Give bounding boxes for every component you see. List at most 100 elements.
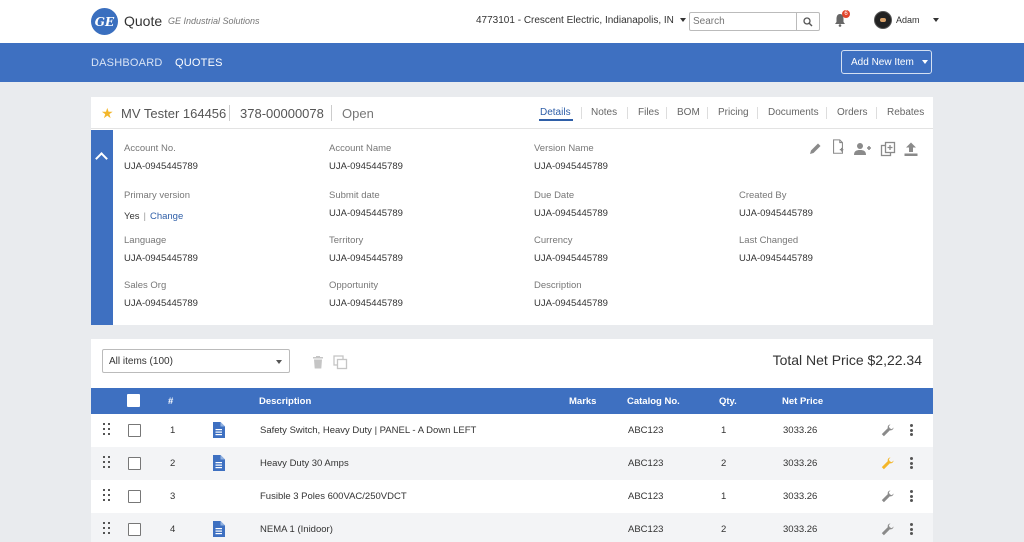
tab-details[interactable]: Details: [540, 107, 571, 118]
divider: [581, 107, 582, 119]
new-document-icon[interactable]: [830, 139, 846, 155]
column-header-marks[interactable]: Marks: [569, 396, 596, 407]
row-catalog-no: ABC123: [628, 524, 664, 535]
document-icon[interactable]: [212, 521, 225, 537]
sales-org-value: UJA-0945445789: [124, 298, 198, 309]
row-net-price: 3033.26: [783, 491, 818, 502]
divider: [666, 107, 667, 119]
star-icon[interactable]: ★: [101, 106, 114, 120]
drag-handle-icon[interactable]: [103, 456, 111, 470]
copy-icon[interactable]: [333, 355, 348, 370]
row-description: Fusible 3 Poles 600VAC/250VDCT: [260, 491, 407, 502]
account-name-value: UJA-0945445789: [329, 161, 403, 172]
select-all-checkbox[interactable]: [127, 394, 140, 407]
column-header-catalog-no[interactable]: Catalog No.: [627, 396, 680, 407]
user-menu-chevron-down-icon[interactable]: [933, 18, 939, 22]
change-primary-version-link[interactable]: Change: [150, 211, 183, 222]
column-header-qty[interactable]: Qty.: [719, 396, 737, 407]
document-icon[interactable]: [212, 422, 225, 438]
divider: [331, 105, 332, 121]
row-net-price: 3033.26: [783, 524, 818, 535]
column-header-net-price[interactable]: Net Price: [782, 396, 823, 407]
more-options-icon[interactable]: [910, 490, 913, 502]
row-qty: 1: [721, 425, 727, 436]
divider: [826, 107, 827, 119]
quote-name: MV Tester 164456: [121, 106, 227, 121]
account-selector[interactable]: 4773101 - Crescent Electric, Indianapoli…: [476, 15, 686, 26]
ge-logo[interactable]: GE: [91, 8, 118, 35]
notifications-button[interactable]: 6: [834, 10, 850, 29]
row-checkbox[interactable]: [128, 490, 141, 503]
app-subtitle: GE Industrial Solutions: [168, 16, 260, 26]
submit-date-label: Submit date: [329, 190, 380, 201]
trash-icon[interactable]: [312, 356, 324, 369]
drag-handle-icon[interactable]: [103, 522, 111, 536]
table-row[interactable]: 1 Safety Switch, Heavy Duty | PANEL - A D…: [91, 414, 933, 447]
tab-notes[interactable]: Notes: [591, 107, 617, 118]
table-row[interactable]: 3 Fusible 3 Poles 600VAC/250VDCT ABC123 1 30…: [91, 480, 933, 513]
column-header-description[interactable]: Description: [259, 396, 311, 407]
account-no-label: Account No.: [124, 143, 176, 154]
items-filter-value: All items (100): [109, 356, 173, 367]
wrench-icon[interactable]: [881, 490, 894, 503]
add-user-icon[interactable]: [853, 141, 872, 157]
tab-rebates[interactable]: Rebates: [887, 107, 924, 118]
chevron-down-icon: [921, 60, 928, 64]
nav-item-quotes[interactable]: QUOTES: [175, 57, 223, 69]
opportunity-value: UJA-0945445789: [329, 298, 403, 309]
search-input[interactable]: [690, 13, 796, 30]
app-title: Quote: [124, 13, 163, 29]
upload-icon[interactable]: [903, 141, 919, 157]
row-checkbox[interactable]: [128, 523, 141, 536]
more-options-icon[interactable]: [910, 523, 913, 535]
tab-bom[interactable]: BOM: [677, 107, 700, 118]
document-icon[interactable]: [212, 455, 225, 471]
nav-item-dashboard[interactable]: DASHBOARD: [91, 57, 162, 69]
active-tab-indicator: [539, 119, 573, 121]
drag-handle-icon[interactable]: [103, 423, 111, 437]
notification-badge: 6: [842, 10, 850, 18]
wrench-icon[interactable]: [881, 424, 894, 437]
drag-handle-icon[interactable]: [103, 489, 111, 503]
duplicate-icon[interactable]: [880, 141, 896, 157]
divider: [229, 105, 230, 121]
column-header-number[interactable]: #: [168, 396, 173, 407]
search-button[interactable]: [796, 13, 819, 30]
created-by-label: Created By: [739, 190, 787, 201]
table-row[interactable]: 2 Heavy Duty 30 Amps ABC123 2 3033.26: [91, 447, 933, 480]
top-header: GE Quote GE Industrial Solutions 4773101…: [0, 0, 1024, 43]
row-qty: 1: [721, 491, 727, 502]
items-filter-select[interactable]: All items (100): [102, 349, 290, 373]
add-new-item-button[interactable]: Add New Item: [841, 50, 932, 74]
description-value: UJA-0945445789: [534, 298, 608, 309]
row-number: 2: [170, 458, 176, 469]
opportunity-label: Opportunity: [329, 280, 379, 291]
wrench-icon[interactable]: [881, 523, 894, 536]
currency-value: UJA-0945445789: [534, 253, 608, 264]
wrench-icon[interactable]: [881, 457, 894, 470]
tab-orders[interactable]: Orders: [837, 107, 868, 118]
more-options-icon[interactable]: [910, 457, 913, 469]
avatar[interactable]: [874, 11, 892, 29]
tab-pricing[interactable]: Pricing: [718, 107, 749, 118]
add-new-item-label: Add New Item: [851, 56, 914, 68]
primary-version-label: Primary version: [124, 190, 190, 201]
row-checkbox[interactable]: [128, 424, 141, 437]
primary-version-value: Yes: [124, 211, 140, 222]
quote-number: 378-00000078: [240, 106, 324, 121]
pencil-icon[interactable]: [807, 141, 823, 157]
collapse-details-button[interactable]: [91, 130, 113, 325]
user-name[interactable]: Adam: [896, 15, 920, 25]
tab-files[interactable]: Files: [638, 107, 659, 118]
primary-version-value-group: Yes | Change: [124, 211, 183, 222]
row-number: 1: [170, 425, 176, 436]
tab-documents[interactable]: Documents: [768, 107, 819, 118]
chevron-up-icon: [95, 152, 108, 165]
row-net-price: 3033.26: [783, 458, 818, 469]
divider: [757, 107, 758, 119]
more-options-icon[interactable]: [910, 424, 913, 436]
currency-label: Currency: [534, 235, 573, 246]
row-checkbox[interactable]: [128, 457, 141, 470]
table-row[interactable]: 4 NEMA 1 (Inidoor) ABC123 2 3033.26: [91, 513, 933, 542]
row-description: NEMA 1 (Inidoor): [260, 524, 333, 535]
